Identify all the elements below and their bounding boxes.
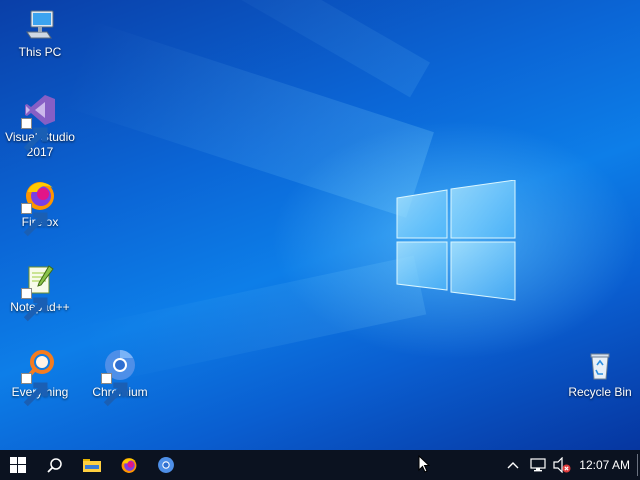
firefox-icon <box>121 458 137 473</box>
desktop-icon-chromium[interactable]: Chromium <box>82 348 158 407</box>
notepad-plus-plus-icon <box>21 263 57 322</box>
taskbar: 12:07 AM <box>0 450 640 480</box>
desktop-icon-label: This PC <box>18 45 62 59</box>
taskbar-file-explorer[interactable] <box>74 450 110 480</box>
desktop-icon-everything[interactable]: Everything <box>2 348 78 407</box>
desktop-icon-recycle-bin[interactable]: Recycle Bin <box>562 348 638 400</box>
clock[interactable]: 12:07 AM <box>579 450 630 480</box>
start-icon <box>10 457 26 473</box>
show-desktop-button[interactable] <box>637 454 638 476</box>
start-button[interactable] <box>0 450 36 480</box>
chromium-icon <box>158 457 174 473</box>
search-button[interactable] <box>37 450 73 480</box>
network-button[interactable] <box>528 450 548 480</box>
windows-logo-wallpaper <box>396 180 516 301</box>
volume-muted-icon <box>553 457 571 473</box>
desktop-icon-label: Recycle Bin <box>568 385 632 399</box>
chevron-up-icon <box>507 462 519 469</box>
shortcut-arrow-icon <box>21 373 48 407</box>
everything-search-icon <box>21 348 57 407</box>
file-explorer-icon <box>83 459 101 472</box>
desktop-icon-notepad-plus-plus[interactable]: Notepad++ <box>2 263 78 322</box>
network-icon <box>530 458 546 472</box>
tray-overflow-button[interactable] <box>504 450 522 480</box>
search-icon <box>47 458 62 473</box>
firefox-icon <box>21 178 57 237</box>
mouse-cursor-icon <box>418 455 430 473</box>
taskbar-chromium[interactable] <box>148 450 184 480</box>
desktop-icon-this-pc[interactable]: This PC <box>2 8 78 60</box>
shortcut-arrow-icon <box>21 118 48 152</box>
visual-studio-icon <box>21 93 57 152</box>
taskbar-firefox[interactable] <box>111 450 147 480</box>
shortcut-arrow-icon <box>21 203 48 237</box>
desktop: This PC Visual Studio 2017 Firefox Notep… <box>0 0 640 450</box>
volume-button[interactable] <box>552 450 572 480</box>
shortcut-arrow-icon <box>101 373 128 407</box>
chromium-icon <box>101 348 137 407</box>
recycle-bin-icon <box>583 348 617 382</box>
desktop-icon-firefox[interactable]: Firefox <box>2 178 78 237</box>
computer-icon <box>23 8 57 42</box>
shortcut-arrow-icon <box>21 288 48 322</box>
desktop-icon-visual-studio[interactable]: Visual Studio 2017 <box>2 93 78 160</box>
